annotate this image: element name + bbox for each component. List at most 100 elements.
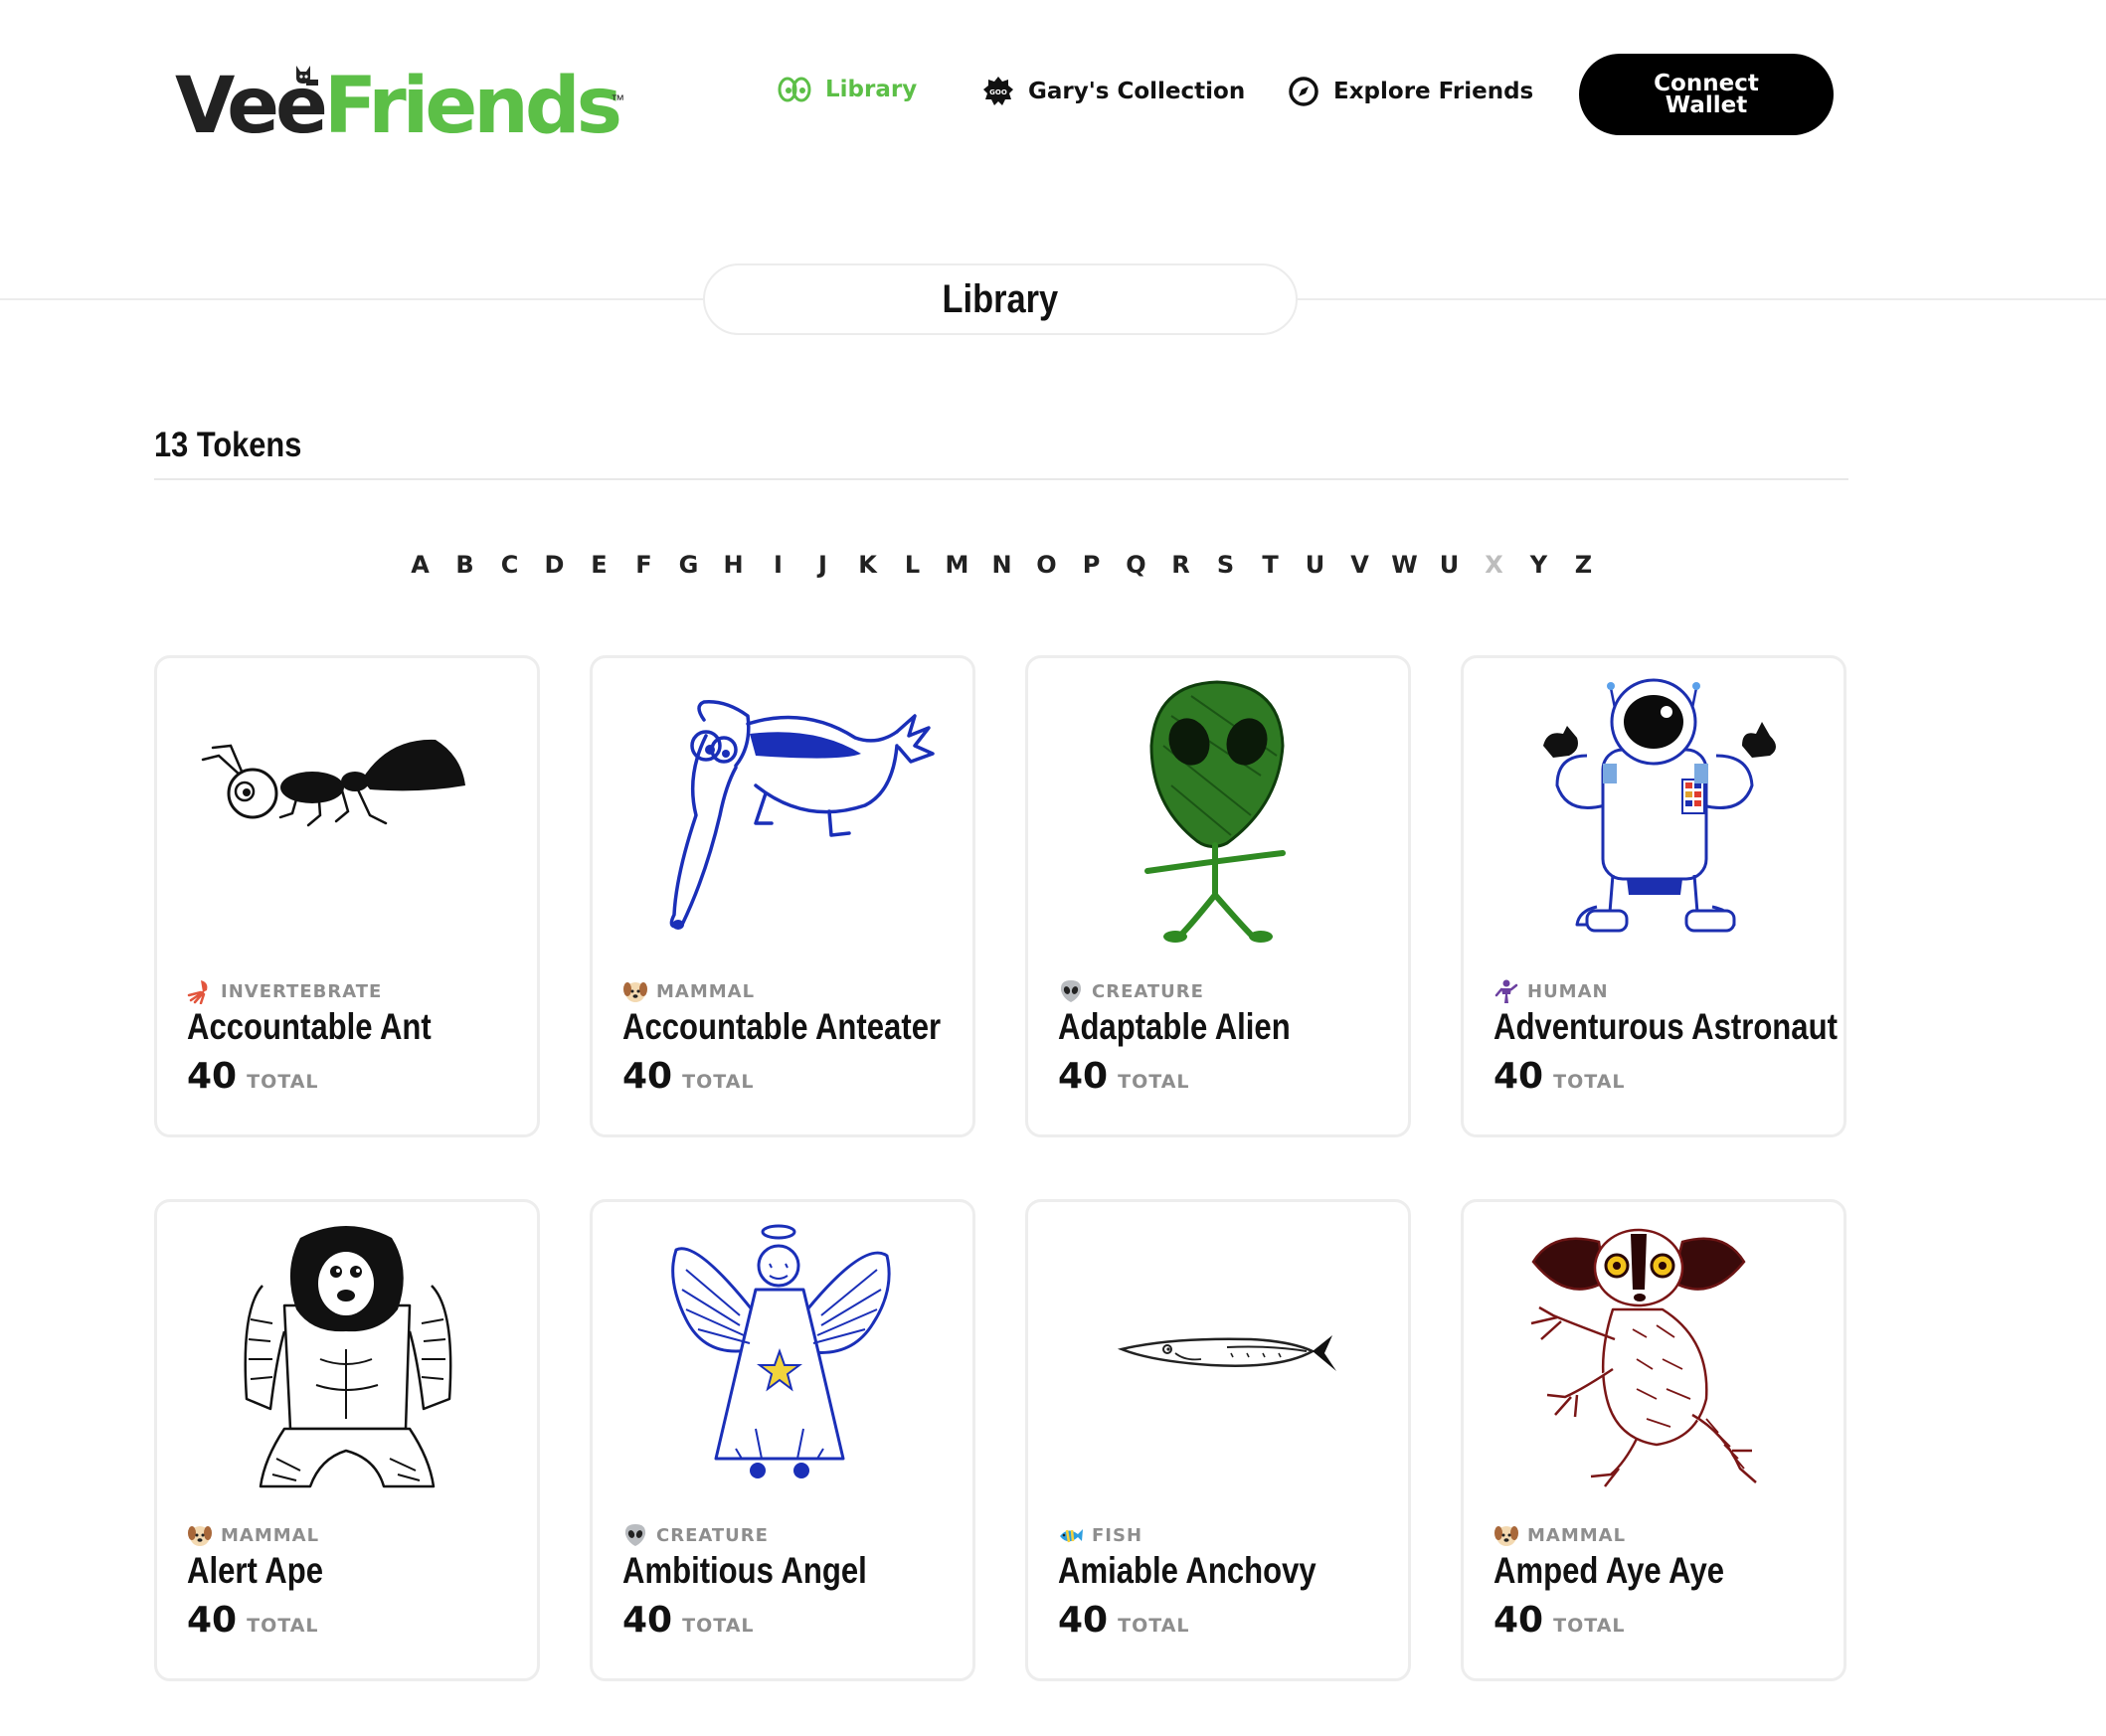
token-card[interactable]: MAMMAL Alert Ape 40 TOTAL <box>154 1199 540 1681</box>
alien-icon <box>624 1524 646 1546</box>
compass-icon <box>1289 77 1318 106</box>
card-total: 40 TOTAL <box>622 1056 755 1097</box>
total-count: 40 <box>1493 1600 1544 1641</box>
dog-face-icon <box>623 982 647 1002</box>
card-category-label: CREATURE <box>1092 980 1204 1002</box>
token-card[interactable]: FISH Amiable Anchovy 40 TOTAL <box>1025 1199 1411 1681</box>
card-total: 40 TOTAL <box>187 1056 319 1097</box>
card-category: MAMMAL <box>187 1522 319 1548</box>
token-card[interactable]: INVERTEBRATE Accountable Ant 40 TOTAL <box>154 655 540 1137</box>
alphabet-letter-e[interactable]: E <box>577 545 621 585</box>
token-card[interactable]: CREATURE Ambitious Angel 40 TOTAL <box>590 1199 975 1681</box>
angel-drawing <box>671 1224 891 1478</box>
card-category-label: MAMMAL <box>1527 1524 1627 1546</box>
card-total: 40 TOTAL <box>187 1600 319 1641</box>
ant-drawing <box>201 739 465 827</box>
card-category-label: INVERTEBRATE <box>221 980 383 1002</box>
card-category-label: HUMAN <box>1527 980 1609 1002</box>
token-card[interactable]: CREATURE Adaptable Alien 40 TOTAL <box>1025 655 1411 1137</box>
alphabet-letter-k[interactable]: K <box>845 545 890 585</box>
total-label: TOTAL <box>1553 1615 1626 1637</box>
alphabet-letter-q[interactable]: Q <box>1114 545 1158 585</box>
alphabet-letter-v[interactable]: V <box>1337 545 1382 585</box>
card-category-label: MAMMAL <box>656 980 756 1002</box>
alphabet-filter: ABCDEFGHIJKLMNOPQRSTUVWUXYZ <box>398 545 1606 585</box>
alphabet-letter-d[interactable]: D <box>532 545 577 585</box>
svg-text:GOO: GOO <box>989 88 1007 96</box>
card-total: 40 TOTAL <box>622 1600 755 1641</box>
card-total: 40 TOTAL <box>1058 1600 1190 1641</box>
token-card[interactable]: HUMAN Adventurous Astronaut 40 TOTAL <box>1461 655 1846 1137</box>
card-category: CREATURE <box>1058 978 1204 1004</box>
token-card[interactable]: MAMMAL Amped Aye Aye 40 TOTAL <box>1461 1199 1846 1681</box>
card-total: 40 TOTAL <box>1493 1056 1626 1097</box>
nav-explore-friends[interactable]: Explore Friends <box>1288 76 1533 107</box>
alien-icon <box>1060 980 1082 1002</box>
total-count: 40 <box>187 1600 238 1641</box>
alphabet-letter-f[interactable]: F <box>621 545 666 585</box>
alphabet-letter-y[interactable]: Y <box>1516 545 1561 585</box>
total-label: TOTAL <box>247 1615 319 1637</box>
alphabet-letter-m[interactable]: M <box>935 545 979 585</box>
alphabet-letter-h[interactable]: H <box>711 545 756 585</box>
card-category: MAMMAL <box>1493 1522 1626 1548</box>
top-nav: Library GOO Gary's Collection Explore Fr… <box>0 54 2106 135</box>
card-title: Accountable Ant <box>187 1006 432 1047</box>
library-title-pill: Library <box>703 263 1298 335</box>
tokens-divider <box>154 478 1848 480</box>
total-label: TOTAL <box>682 1071 755 1093</box>
alphabet-letter-l[interactable]: L <box>890 545 935 585</box>
alphabet-letter-n[interactable]: N <box>979 545 1024 585</box>
alphabet-letter-a[interactable]: A <box>398 545 442 585</box>
alphabet-letter-z[interactable]: Z <box>1561 545 1606 585</box>
total-count: 40 <box>1493 1056 1544 1097</box>
nav-library-label: Library <box>825 77 918 102</box>
card-category-label: FISH <box>1092 1524 1143 1546</box>
card-title: Alert Ape <box>187 1550 324 1591</box>
alphabet-letter-b[interactable]: B <box>442 545 487 585</box>
alphabet-letter-j[interactable]: J <box>800 545 845 585</box>
nav-garys-collection[interactable]: GOO Gary's Collection <box>982 76 1245 107</box>
total-label: TOTAL <box>1553 1071 1626 1093</box>
alphabet-letter-t[interactable]: T <box>1248 545 1293 585</box>
card-title: Amped Aye Aye <box>1493 1550 1725 1591</box>
alphabet-letter-w[interactable]: W <box>1382 545 1427 585</box>
ape-drawing <box>244 1226 452 1488</box>
alphabet-letter-g[interactable]: G <box>666 545 711 585</box>
card-title: Adaptable Alien <box>1058 1006 1291 1047</box>
total-label: TOTAL <box>247 1071 319 1093</box>
alphabet-letter-u[interactable]: U <box>1427 545 1472 585</box>
card-total: 40 TOTAL <box>1058 1056 1190 1097</box>
alien-drawing <box>1144 680 1286 943</box>
tokens-count: 13 Tokens <box>154 426 302 464</box>
alphabet-letter-o[interactable]: O <box>1024 545 1069 585</box>
person-icon <box>1494 979 1518 1003</box>
nav-library[interactable]: Library <box>778 76 917 103</box>
total-label: TOTAL <box>1118 1071 1190 1093</box>
card-title: Adventurous Astronaut <box>1493 1006 1838 1047</box>
anteater-drawing <box>669 700 935 930</box>
alphabet-letter-i[interactable]: I <box>756 545 800 585</box>
anchovy-drawing <box>1117 1335 1336 1371</box>
card-title: Accountable Anteater <box>622 1006 942 1047</box>
total-count: 40 <box>622 1056 673 1097</box>
squid-icon <box>187 980 208 1004</box>
card-category-label: CREATURE <box>656 1524 769 1546</box>
page-title: Library <box>942 276 1059 321</box>
token-card[interactable]: MAMMAL Accountable Anteater 40 TOTAL <box>590 655 975 1137</box>
total-count: 40 <box>622 1600 673 1641</box>
alphabet-letter-p[interactable]: P <box>1069 545 1114 585</box>
connect-wallet-button[interactable]: Connect Wallet <box>1579 54 1834 135</box>
page: VeeFriends ™ Library GOO Gary's Collecti… <box>0 0 2106 1736</box>
alphabet-letter-r[interactable]: R <box>1158 545 1203 585</box>
alphabet-letter-u[interactable]: U <box>1293 545 1337 585</box>
total-count: 40 <box>1058 1600 1109 1641</box>
total-label: TOTAL <box>682 1615 755 1637</box>
eyes-icon <box>778 77 811 102</box>
nav-garys-collection-label: Gary's Collection <box>1028 79 1246 104</box>
dog-face-icon <box>1494 1526 1518 1546</box>
alphabet-letter-c[interactable]: C <box>487 545 532 585</box>
card-category: HUMAN <box>1493 978 1609 1004</box>
alphabet-letter-s[interactable]: S <box>1203 545 1248 585</box>
astronaut-drawing <box>1543 678 1776 933</box>
